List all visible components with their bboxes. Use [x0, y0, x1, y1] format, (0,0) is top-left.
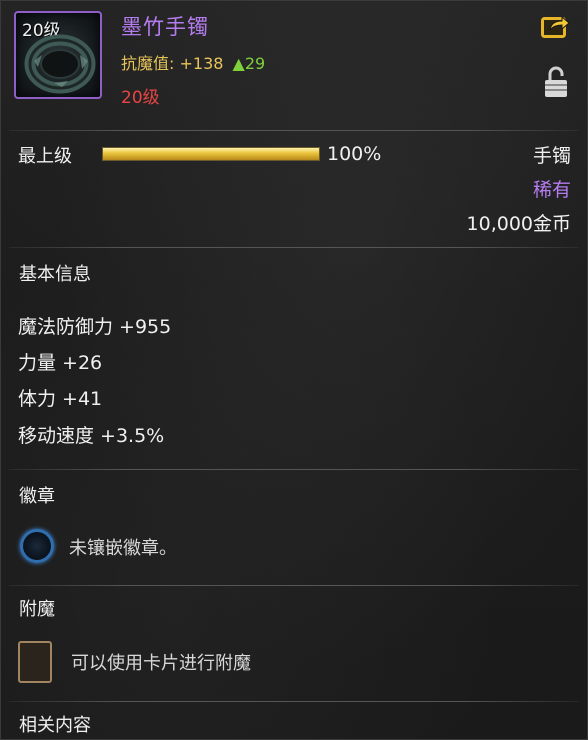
enchant-card-slot[interactable] [18, 641, 52, 683]
attribute-line: 体力 +41 [18, 388, 103, 410]
divider [9, 701, 579, 702]
item-name: 墨竹手镯 [121, 15, 209, 39]
lock-icon [545, 66, 567, 97]
required-level: 20级 [121, 88, 160, 108]
attribute-line: 魔法防御力 +955 [18, 316, 172, 338]
divider [9, 469, 579, 470]
grade-progress-fill [103, 148, 319, 160]
attribute-line: 移动速度 +3.5% [18, 425, 165, 447]
emblem-slot[interactable] [20, 529, 54, 563]
enchant-hint-text: 可以使用卡片进行附魔 [71, 653, 251, 674]
grade-progress-bar [102, 147, 320, 161]
divider [9, 130, 579, 131]
primary-stat-value: +138 [179, 54, 224, 73]
lock-button[interactable] [542, 65, 570, 99]
grade-percent: 100% [327, 143, 382, 165]
related-content-title: 相关内容 [19, 715, 91, 736]
divider [9, 585, 579, 586]
item-tooltip-panel: 20级 墨竹手镯 抗魔值: +138 ▲29 20级 最上级 100% 手镯 稀… [0, 0, 588, 740]
emblem-status-text: 未镶嵌徽章。 [69, 538, 177, 559]
share-button[interactable] [541, 13, 571, 39]
item-rarity: 稀有 [532, 179, 571, 201]
primary-stat-increase: ▲29 [232, 54, 266, 73]
primary-stat-label: 抗魔值: [121, 54, 175, 73]
emblem-title: 徽章 [19, 486, 55, 507]
attribute-line: 力量 +26 [18, 352, 103, 374]
enchant-title: 附魔 [19, 599, 55, 620]
bracelet-icon [24, 34, 96, 94]
primary-stat: 抗魔值: +138 ▲29 [121, 50, 265, 74]
item-price: 10,000金币 [466, 213, 571, 235]
basic-info-title: 基本信息 [19, 264, 91, 285]
item-type: 手镯 [532, 145, 571, 167]
grade-label: 最上级 [18, 146, 72, 167]
share-icon [541, 15, 570, 38]
divider [9, 247, 579, 248]
item-icon-slot[interactable]: 20级 [14, 11, 102, 99]
